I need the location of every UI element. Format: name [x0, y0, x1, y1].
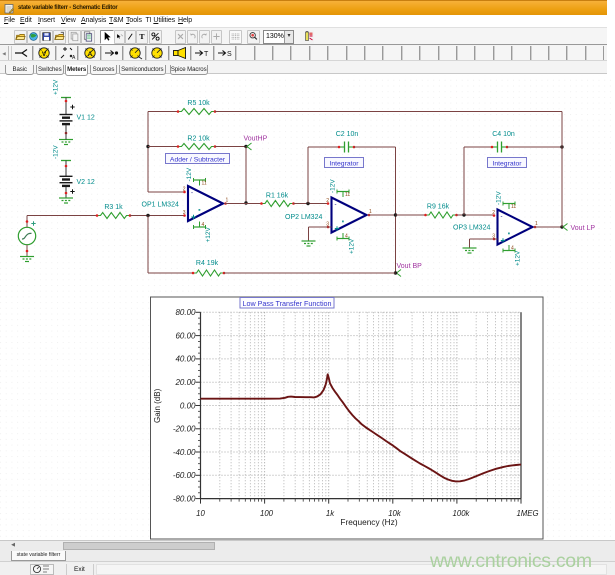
svg-text:T: T [204, 51, 209, 58]
svg-text:V: V [42, 51, 47, 58]
svg-text:S: S [227, 51, 232, 58]
svg-text:T: T [139, 32, 145, 41]
svg-text:A: A [87, 51, 92, 58]
